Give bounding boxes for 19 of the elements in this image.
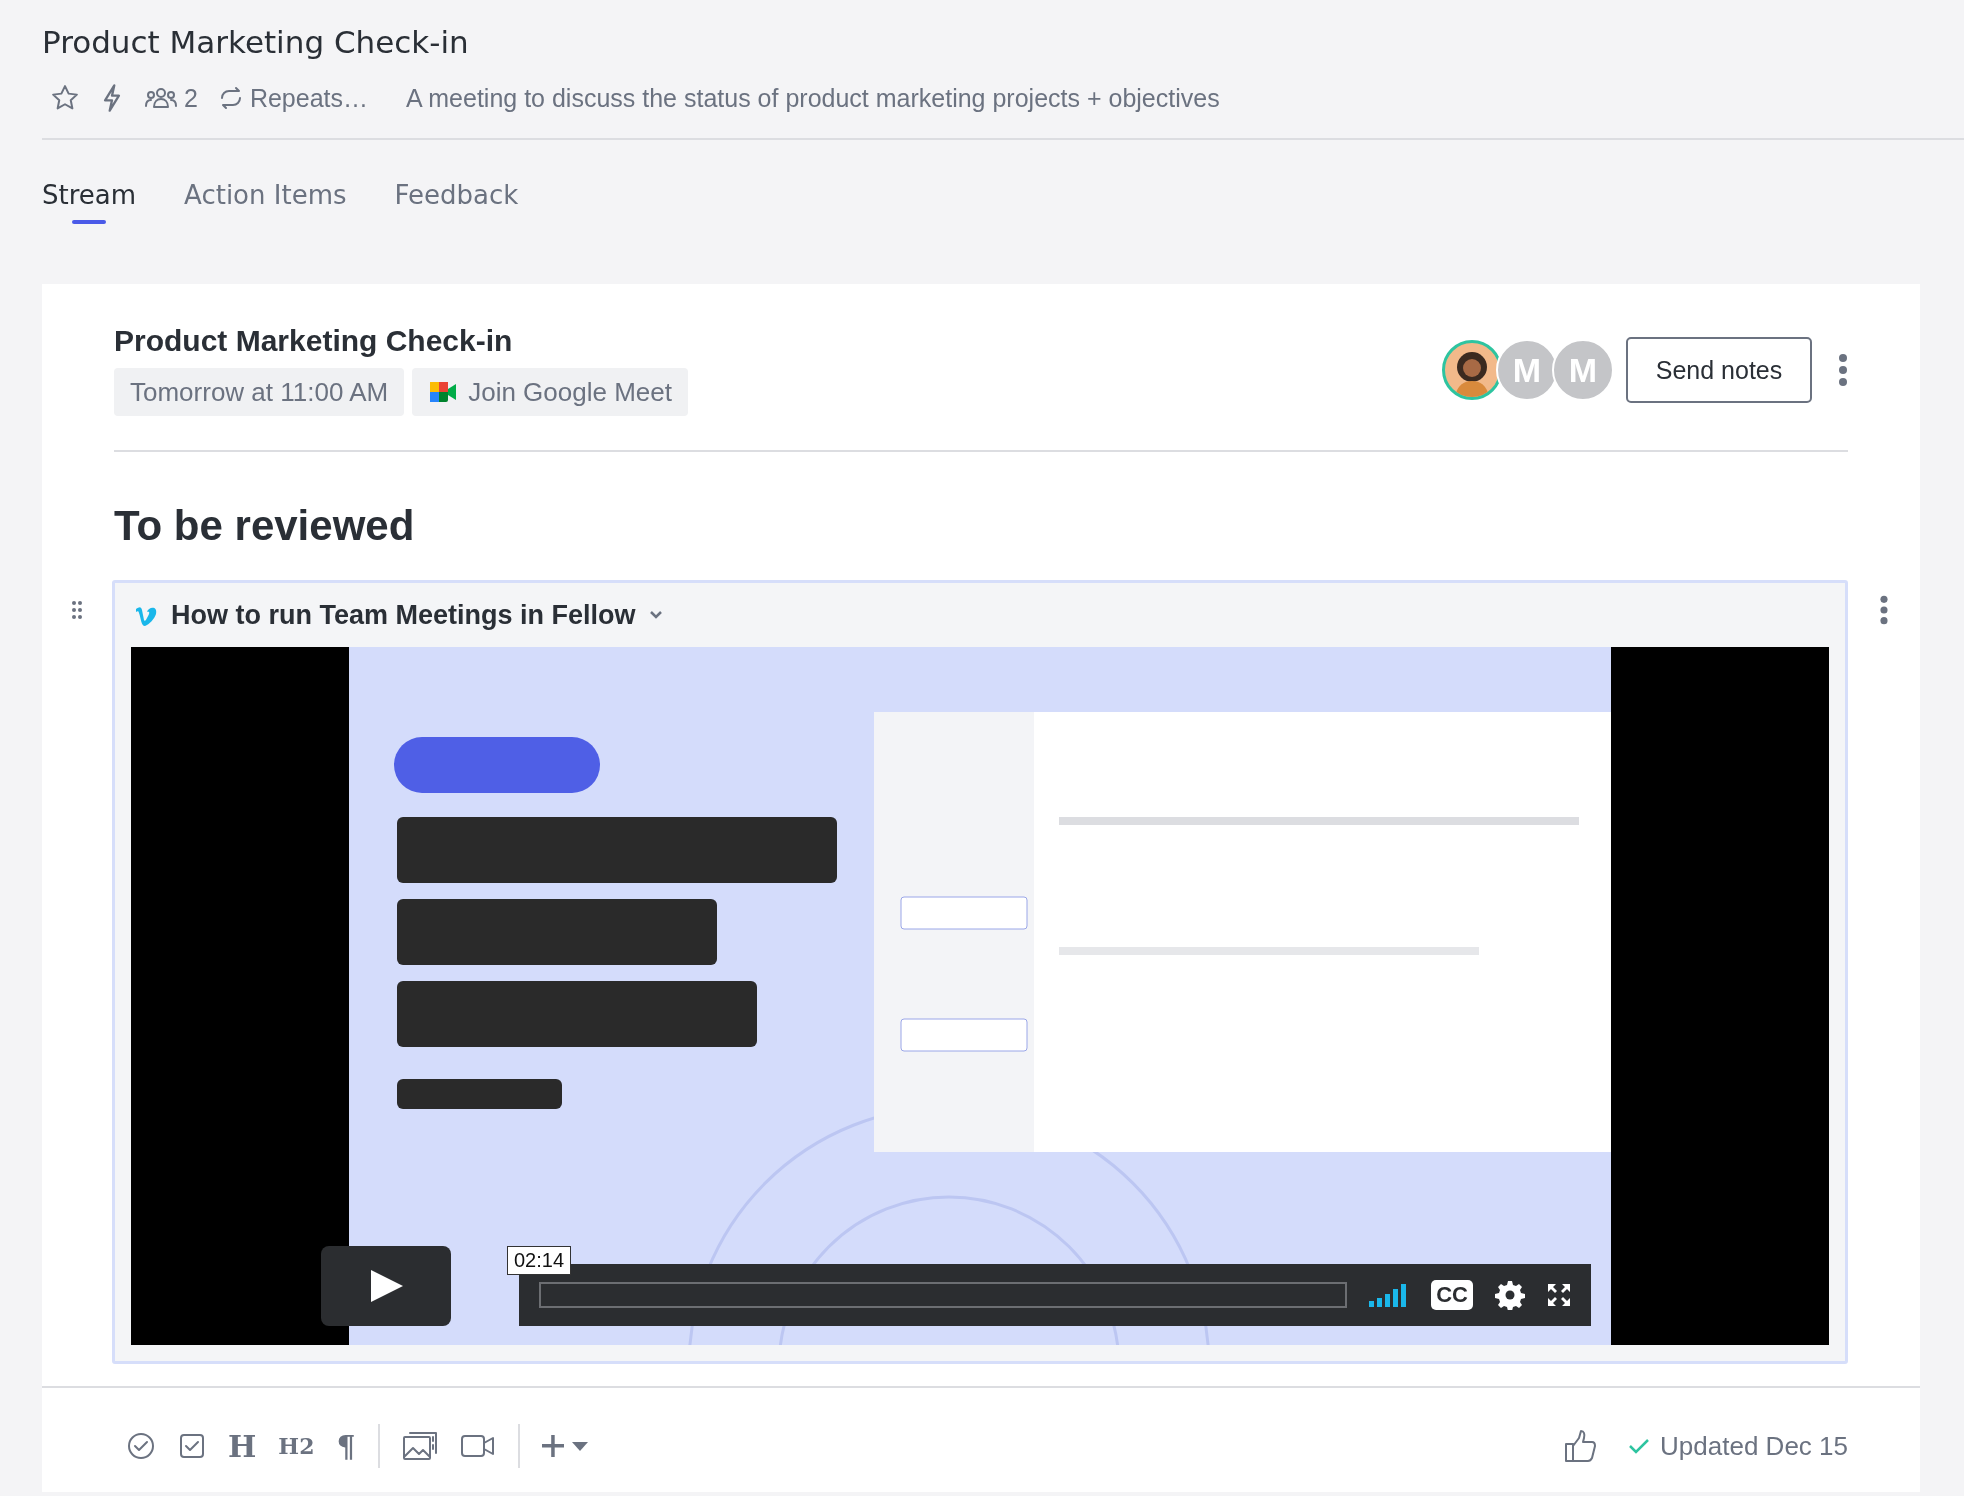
update-status: Updated Dec 15 xyxy=(1660,1430,1848,1462)
embed-title[interactable]: How to run Team Meetings in Fellow xyxy=(171,599,636,631)
tab[interactable]: Action Items xyxy=(184,160,347,230)
format-button[interactable]: H2 xyxy=(278,1433,315,1459)
note-title: Product Marketing Check-in xyxy=(114,324,514,358)
tab[interactable]: Feedback xyxy=(394,160,519,230)
page-title: Product Marketing Check-in xyxy=(42,23,470,62)
section-heading: To be reviewed xyxy=(114,501,416,551)
meeting-description: A meeting to discuss the status of product marketing projects + objectives xyxy=(406,83,1220,113)
format-button[interactable]: ¶ xyxy=(336,1428,356,1464)
meeting-time[interactable]: Tomorrow at 11:00 AM xyxy=(114,368,405,416)
send-notes-button[interactable]: Send notes xyxy=(1626,337,1812,403)
attendee-count: 2 xyxy=(184,83,198,113)
captions-button[interactable]: CC xyxy=(1431,1280,1473,1310)
tab[interactable]: Stream xyxy=(42,160,137,230)
recurrence-link[interactable]: Repeats… xyxy=(249,83,369,113)
time-tooltip: 02:14 xyxy=(507,1246,572,1275)
format-button[interactable]: H xyxy=(228,1428,257,1464)
meet-link[interactable]: Join Google Meet xyxy=(412,368,688,416)
